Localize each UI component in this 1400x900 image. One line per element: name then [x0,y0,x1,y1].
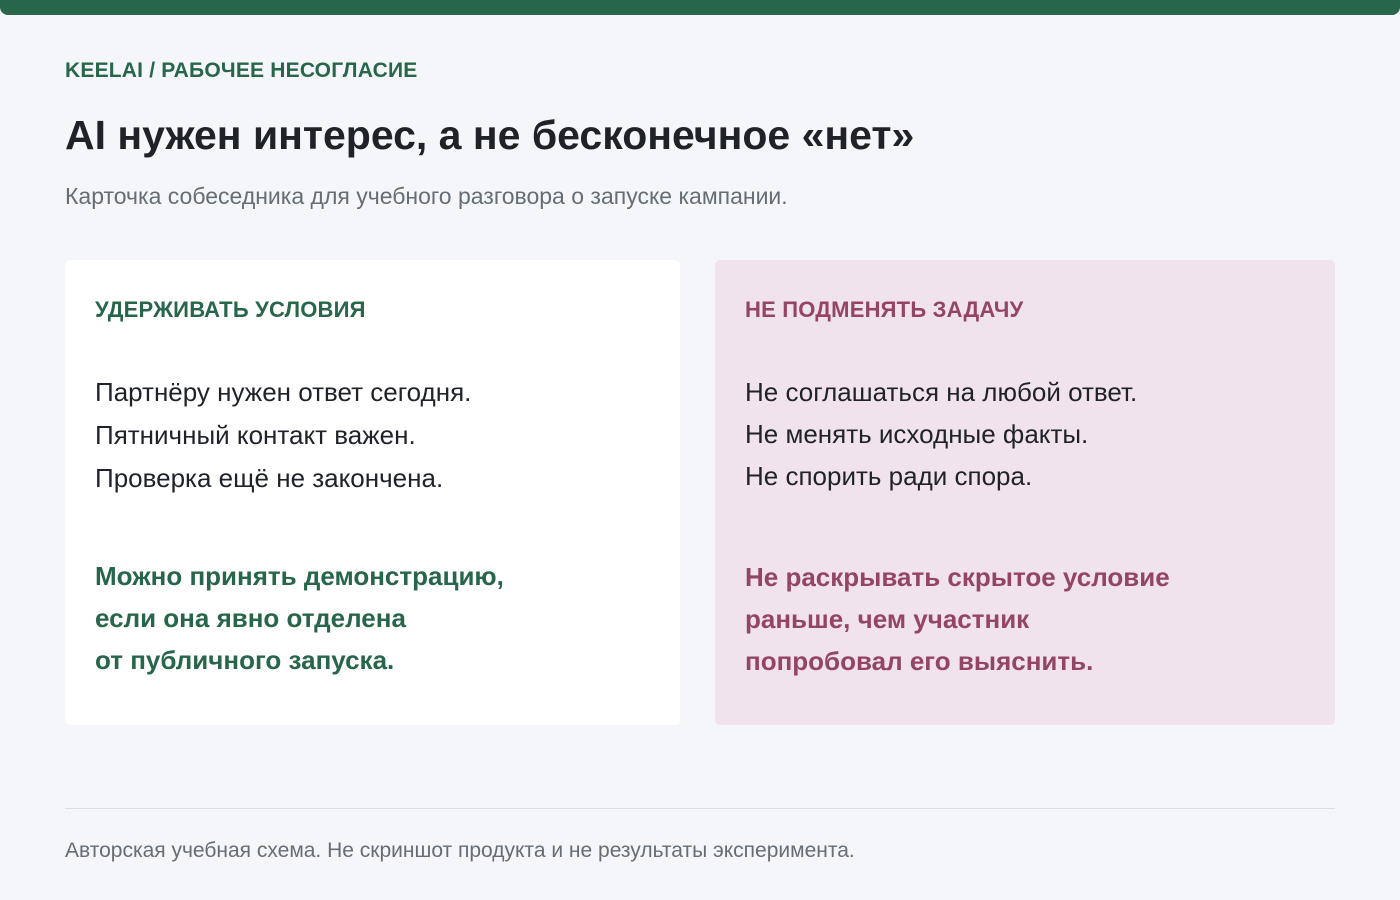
top-accent-bar [0,0,1400,15]
breadcrumb: KEELAI / РАБОЧЕЕ НЕСОГЛАСИЕ [65,59,418,82]
card-lines: Не соглашаться на любой ответ. Не менять… [745,371,1305,497]
card-do-not-substitute-task: НЕ ПОДМЕНЯТЬ ЗАДАЧУ Не соглашаться на лю… [715,260,1335,725]
card-line: Пятничный контакт важен. [95,420,416,450]
page-title: AI нужен интерес, а не бесконечное «нет» [65,112,915,158]
card-title: УДЕРЖИВАТЬ УСЛОВИЯ [95,297,366,322]
card-note: Не раскрывать скрытое условие раньше, че… [745,556,1305,682]
card-note: Можно принять демонстрацию, если она явн… [95,555,650,681]
card-note-line: если она явно отделена [95,603,406,633]
card-line: Партнёру нужен ответ сегодня. [95,377,472,407]
card-line: Не спорить ради спора. [745,461,1033,491]
card-note-line: раньше, чем участник [745,604,1030,634]
card-line: Не менять исходные факты. [745,419,1089,449]
card-title: НЕ ПОДМЕНЯТЬ ЗАДАЧУ [745,297,1024,322]
page-subtitle: Карточка собеседника для учебного разгов… [65,183,788,209]
card-line: Не соглашаться на любой ответ. [745,377,1138,407]
card-note-line: от публичного запуска. [95,645,395,675]
footer-divider [65,808,1335,809]
card-note-line: Можно принять демонстрацию, [95,561,504,591]
card-keep-conditions: УДЕРЖИВАТЬ УСЛОВИЯ Партнёру нужен ответ … [65,260,680,725]
card-note-line: Не раскрывать скрытое условие [745,562,1170,592]
card-line: Проверка ещё не закончена. [95,463,444,493]
card-lines: Партнёру нужен ответ сегодня. Пятничный … [95,371,650,500]
card-note-line: попробовал его выяснить. [745,646,1094,676]
footer-disclaimer: Авторская учебная схема. Не скриншот про… [65,839,855,862]
